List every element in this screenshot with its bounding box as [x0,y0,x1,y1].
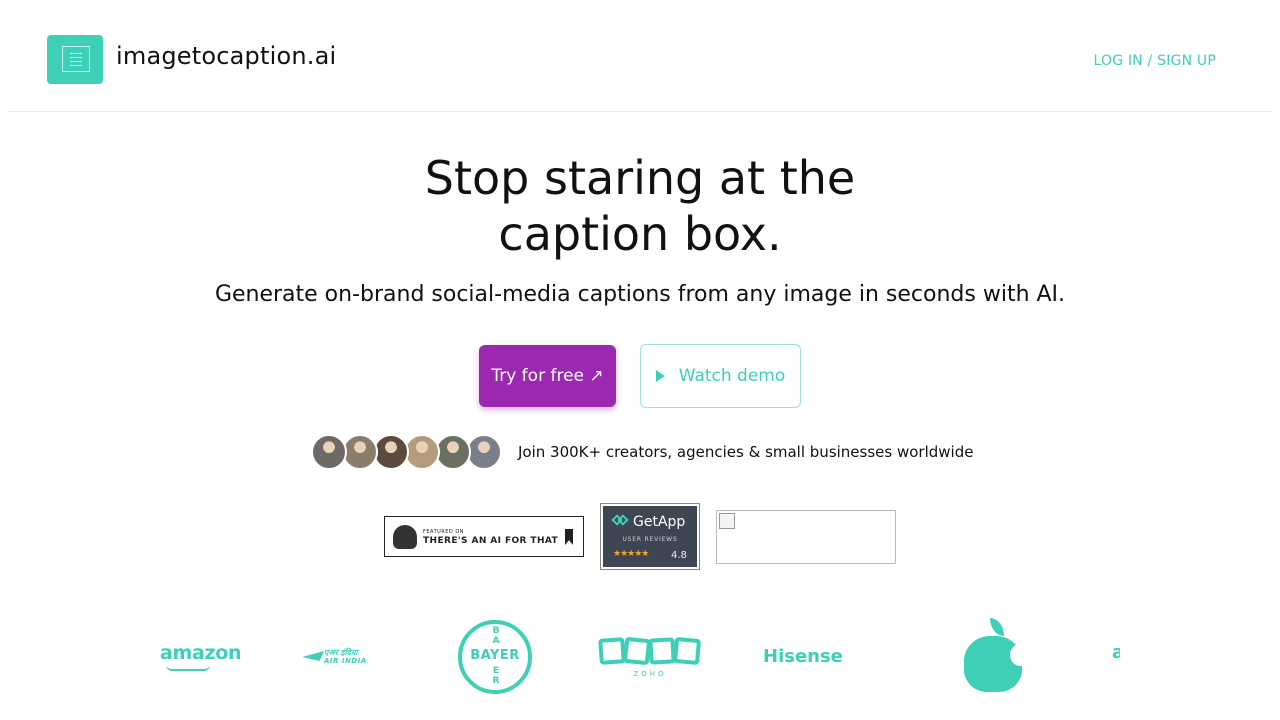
watch-demo-label: Watch demo [678,366,786,386]
air-india-wing-icon [302,651,324,661]
zoho-square-icon [622,636,652,666]
site-header: imagetocaption.ai LOG IN / SIGN UP [8,0,1272,112]
avatar [342,434,378,470]
amazon-logo: amazon [160,642,242,664]
page-headline: Stop staring at the caption box. [0,150,1280,262]
zoho-label: ZOHO [633,670,667,678]
bayer-vertical-bottom: E R [492,666,500,686]
bayer-vertical-top: B A [492,626,500,646]
avatar [466,434,502,470]
bayer-horizontal: BAYER [470,648,520,663]
play-icon [655,370,665,382]
flexed-arm-icon [393,525,417,549]
zoho-square-icon [672,636,702,666]
getapp-title: GetApp [633,514,686,530]
try-for-free-button[interactable]: Try for free ↗ [479,345,616,407]
avatar [373,434,409,470]
getapp-subtitle: USER REVIEWS [622,536,678,543]
apple-logo-icon [962,618,1030,692]
logo-icon[interactable] [47,35,103,84]
getapp-logo-icon [611,514,631,526]
headline-line-1: Stop staring at the [424,151,856,205]
brand-name[interactable]: imagetocaption.ai [116,42,336,70]
social-proof-text: Join 300K+ creators, agencies & small bu… [518,443,974,461]
creator-avatars [311,434,503,470]
broken-image-icon [719,513,735,529]
getapp-badge[interactable]: GetApp USER REVIEWS ★★★★★ 4.8 [600,503,700,570]
headline-line-2: caption box. [498,207,782,261]
star-rating-icon: ★★★★★ [613,549,649,559]
theres-an-ai-for-that-badge[interactable]: FEATURED ON THERE'S AN AI FOR THAT [384,516,584,557]
watch-demo-button[interactable]: Watch demo [640,344,801,408]
amazon-smile-icon [166,665,210,671]
broken-image-badge[interactable] [716,510,896,564]
avatar [404,434,440,470]
zoho-square-icon [648,637,676,665]
partial-logo: a [1112,642,1120,663]
featured-on-label: FEATURED ON [423,529,465,535]
air-india-logo: एअर इंडिया AIR INDIA [302,647,382,669]
aift-name: THERE'S AN AI FOR THAT [423,536,559,546]
page-subheadline: Generate on-brand social-media captions … [214,282,1066,307]
avatar [435,434,471,470]
air-india-english: AIR INDIA [324,657,367,665]
avatar [311,434,347,470]
login-signup-link[interactable]: LOG IN / SIGN UP [1093,53,1216,69]
zoho-square-icon [598,637,626,665]
bookmark-icon [565,529,573,545]
bayer-logo: B A BAYER E R [458,620,532,694]
getapp-rating: 4.8 [671,550,687,561]
zoho-logo: ZOHO [598,636,702,680]
hisense-logo: Hisense [763,646,843,667]
